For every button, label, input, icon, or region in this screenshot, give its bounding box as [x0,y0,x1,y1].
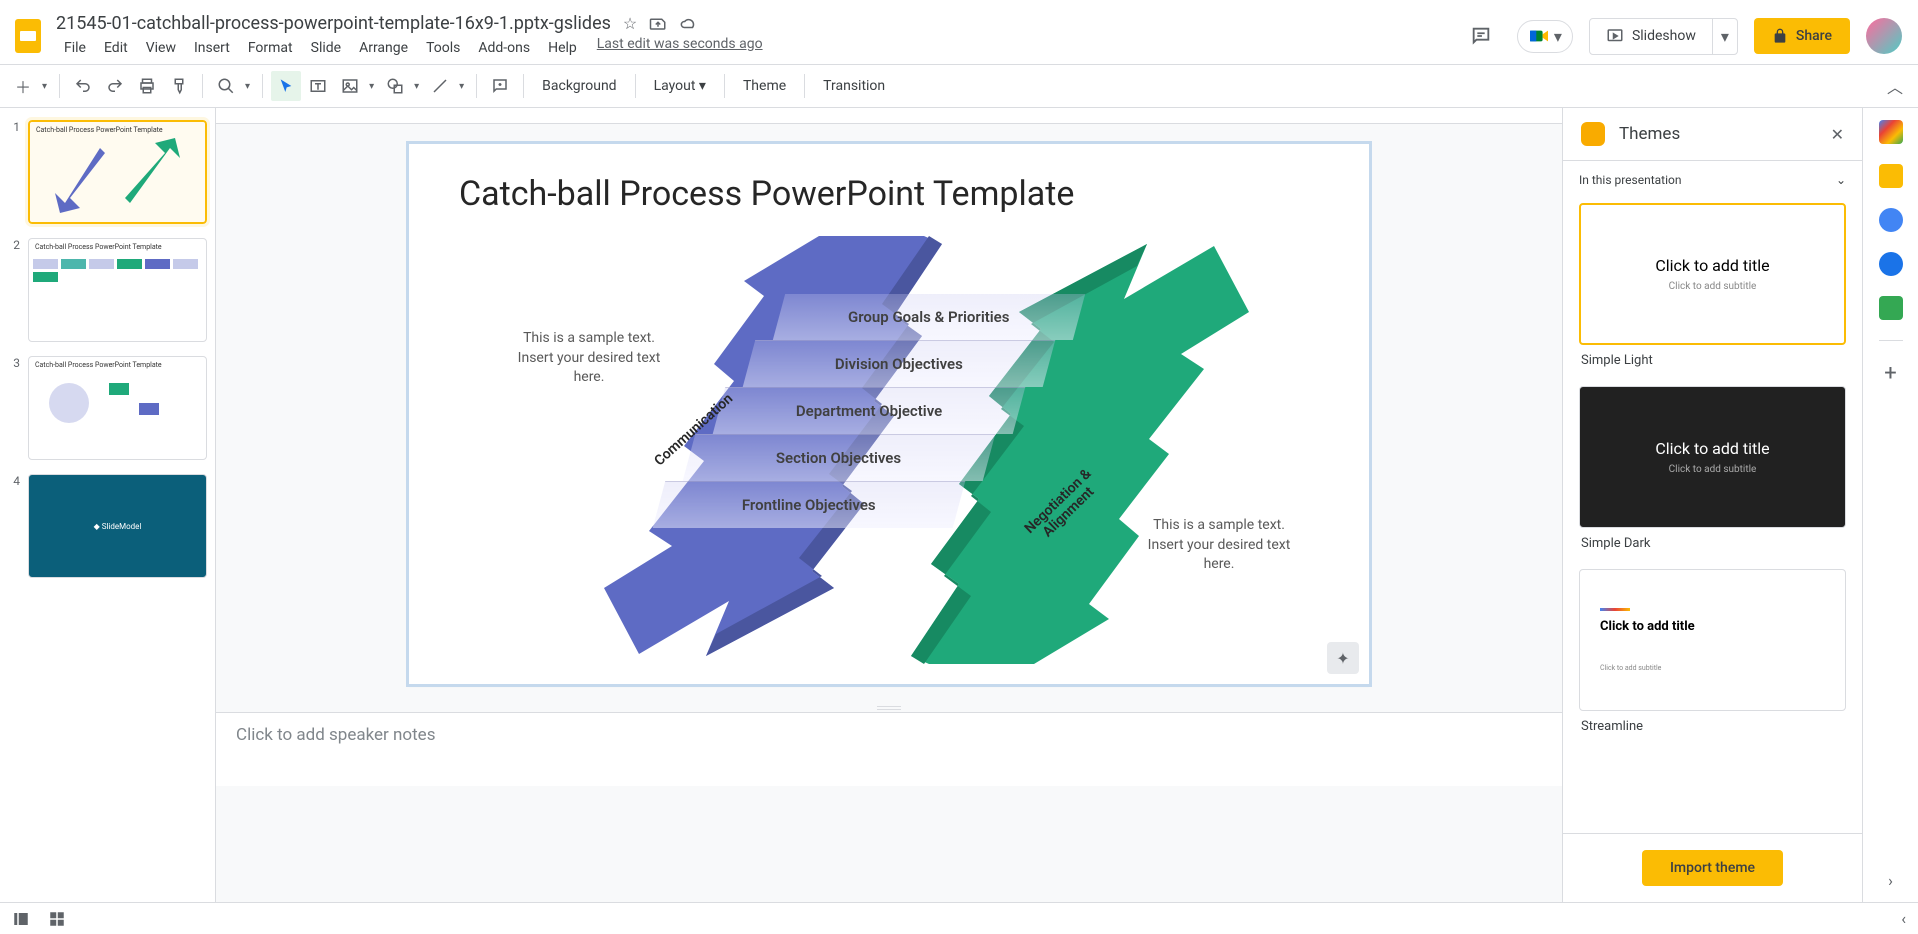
textbox-tool[interactable] [303,71,333,101]
print-button[interactable] [132,71,162,101]
tasks-icon[interactable] [1879,208,1903,232]
select-tool[interactable] [271,71,301,101]
undo-button[interactable] [68,71,98,101]
slide-canvas[interactable]: Catch-ball Process PowerPoint Template T… [409,144,1369,684]
slides-logo[interactable] [8,16,48,56]
shape-dropdown[interactable]: ▾ [410,81,423,92]
user-avatar[interactable] [1866,18,1902,54]
bottom-bar: ‹ [0,902,1918,934]
share-button[interactable]: Share [1754,18,1850,54]
paint-format-button[interactable] [164,71,194,101]
canvas-area: Catch-ball Process PowerPoint Template T… [216,108,1562,902]
menu-tools[interactable]: Tools [418,36,468,60]
app-header: 21545-01-catchball-process-powerpoint-te… [0,0,1918,64]
star-icon[interactable]: ☆ [623,14,637,33]
theme-simple-light[interactable]: Click to add title Click to add subtitle… [1579,203,1846,376]
new-slide-button[interactable]: ＋ [8,71,38,101]
themes-icon [1581,122,1605,146]
speaker-notes[interactable]: Click to add speaker notes [216,712,1562,786]
menu-arrange[interactable]: Arrange [351,36,416,60]
toolbar: ＋ ▾ ▾ ▾ ▾ ▾ Background Layout ▾ Theme Tr… [0,64,1918,108]
thumb-number: 3 [8,356,20,460]
new-slide-dropdown[interactable]: ▾ [38,81,51,92]
main-area: 1 Catch-ball Process PowerPoint Template… [0,108,1918,902]
level-5[interactable]: Frontline Objectives [742,496,876,514]
image-tool[interactable] [335,71,365,101]
move-icon[interactable] [649,14,667,33]
level-3[interactable]: Department Objective [796,402,942,420]
notes-divider[interactable] [216,704,1562,712]
keep-icon[interactable] [1879,164,1903,188]
chevron-down-icon: ⌄ [1836,173,1846,187]
document-title[interactable]: 21545-01-catchball-process-powerpoint-te… [56,13,611,34]
slide-thumb-3[interactable]: Catch-ball Process PowerPoint Template [28,356,207,460]
calendar-icon[interactable] [1879,120,1903,144]
catchball-levels[interactable]: Group Goals & Priorities Division Object… [589,239,1229,659]
slideshow-button[interactable]: Slideshow [1590,19,1712,54]
redo-button[interactable] [100,71,130,101]
thumb-number: 2 [8,238,20,342]
menu-edit[interactable]: Edit [96,36,136,60]
level-1[interactable]: Group Goals & Priorities [848,308,1009,326]
maps-icon[interactable] [1879,296,1903,320]
level-4[interactable]: Section Objectives [776,449,901,467]
collapse-filmstrip-icon[interactable]: ‹ [1901,909,1906,928]
level-2[interactable]: Division Objectives [835,355,963,373]
filmstrip-view-icon[interactable] [12,910,30,928]
theme-simple-dark[interactable]: Click to add title Click to add subtitle… [1579,386,1846,559]
dropdown-icon: ▾ [1554,27,1562,46]
zoom-button[interactable] [211,71,241,101]
slideshow-group: Slideshow ▾ [1589,18,1738,55]
theme-streamline[interactable]: Click to add title Click to add subtitle… [1579,569,1846,742]
menu-help[interactable]: Help [540,36,585,60]
menu-view[interactable]: View [138,36,184,60]
transition-button[interactable]: Transition [813,72,895,100]
zoom-dropdown[interactable]: ▾ [241,81,254,92]
theme-button[interactable]: Theme [733,72,796,100]
slide-thumb-2[interactable]: Catch-ball Process PowerPoint Template [28,238,207,342]
themes-section-toggle[interactable]: In this presentation ⌄ [1579,169,1846,191]
background-button[interactable]: Background [532,72,626,100]
slideshow-dropdown[interactable]: ▾ [1712,19,1737,54]
menu-insert[interactable]: Insert [186,36,238,60]
contacts-icon[interactable] [1879,252,1903,276]
slide-thumb-1[interactable]: Catch-ball Process PowerPoint Template [28,120,207,224]
cloud-icon[interactable] [679,14,697,33]
grid-view-icon[interactable] [48,910,66,928]
menu-format[interactable]: Format [240,36,301,60]
explore-button[interactable]: ✦ [1327,642,1359,674]
close-icon[interactable]: ✕ [1831,125,1844,144]
slide-title[interactable]: Catch-ball Process PowerPoint Template [459,174,1074,214]
slide-thumb-4[interactable]: ◆ SlideModel [28,474,207,578]
themes-panel: Themes ✕ In this presentation ⌄ Click to… [1562,108,1862,902]
menu-bar: File Edit View Insert Format Slide Arran… [56,36,1461,60]
last-edit-link[interactable]: Last edit was seconds ago [597,36,763,60]
line-tool[interactable] [425,71,455,101]
side-rail: + › [1862,108,1918,902]
horizontal-ruler [216,108,1562,124]
themes-title: Themes [1619,124,1817,144]
add-addon-icon[interactable]: + [1884,361,1896,386]
side-rail-collapse-icon[interactable]: › [1888,871,1893,890]
menu-file[interactable]: File [56,36,94,60]
line-dropdown[interactable]: ▾ [455,81,468,92]
import-theme-button[interactable]: Import theme [1642,850,1783,886]
collapse-toolbar-icon[interactable]: ︿ [1880,71,1910,101]
comments-icon[interactable] [1461,16,1501,56]
thumb-number: 4 [8,474,20,578]
meet-button[interactable]: ▾ [1517,20,1573,53]
comment-tool[interactable] [485,71,515,101]
menu-slide[interactable]: Slide [303,36,349,60]
image-dropdown[interactable]: ▾ [365,81,378,92]
layout-button[interactable]: Layout ▾ [644,72,716,100]
menu-addons[interactable]: Add-ons [470,36,538,60]
shape-tool[interactable] [380,71,410,101]
thumb-number: 1 [8,120,20,224]
filmstrip: 1 Catch-ball Process PowerPoint Template… [0,108,216,902]
notes-placeholder: Click to add speaker notes [236,725,1542,745]
title-area: 21545-01-catchball-process-powerpoint-te… [56,13,1461,60]
